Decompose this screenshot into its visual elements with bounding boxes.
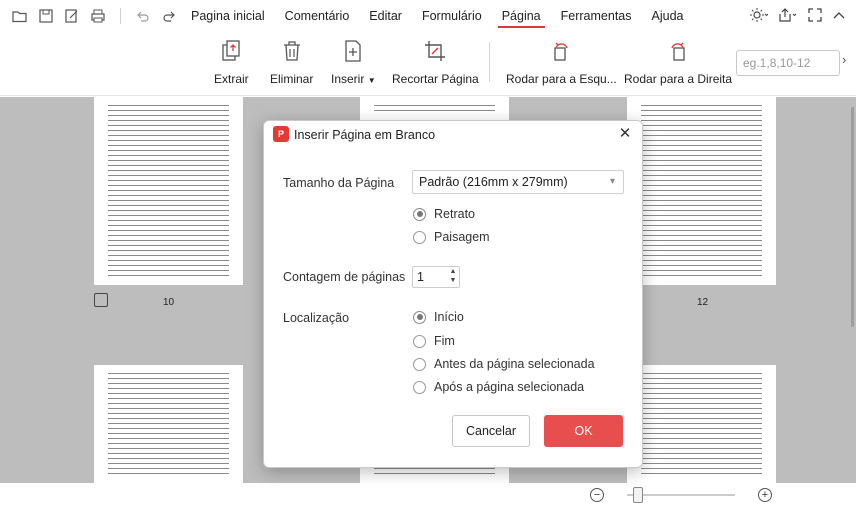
save-icon[interactable] (34, 4, 58, 28)
main-menu: Pagina inicial Comentário Editar Formulá… (181, 0, 693, 32)
app-logo-icon: P (273, 126, 289, 142)
window-controls (750, 0, 846, 32)
page-thumbnail[interactable] (627, 365, 776, 483)
toolbar-separator (489, 42, 490, 82)
page-number: 10 (163, 297, 175, 308)
page-thumbnail[interactable] (94, 97, 243, 285)
status-bar: − + (0, 483, 856, 512)
print-icon[interactable] (86, 4, 110, 28)
theme-icon[interactable] (750, 7, 769, 25)
insert-label: Inserir ▼ (331, 72, 376, 86)
location-after-label: Após a página selecionada (434, 380, 585, 394)
rotate-right-icon (665, 38, 691, 64)
dropdown-caret-icon: ▼ (367, 76, 376, 85)
radio-unselected-icon (413, 230, 426, 244)
crop-icon (422, 38, 448, 64)
trash-icon (279, 38, 305, 64)
menu-bar: Pagina inicial Comentário Editar Formulá… (0, 0, 856, 32)
location-start-radio[interactable]: Início (413, 310, 464, 324)
extract-label: Extrair (214, 72, 249, 86)
zoom-slider-handle[interactable] (633, 487, 643, 503)
page-number: 12 (697, 297, 709, 308)
delete-button[interactable]: Eliminar (270, 38, 313, 86)
chevron-up-icon[interactable] (832, 8, 846, 25)
close-icon[interactable]: ✕ (616, 125, 634, 143)
page-count-label: Contagem de páginas (283, 270, 406, 284)
menu-home[interactable]: Pagina inicial (181, 0, 275, 32)
location-end-label: Fim (434, 334, 455, 348)
orientation-portrait-radio[interactable]: Retrato (413, 207, 475, 221)
menu-help[interactable]: Ajuda (642, 0, 694, 32)
open-folder-icon[interactable] (8, 4, 32, 28)
page-select-checkbox[interactable] (94, 293, 108, 307)
rotate-left-label: Rodar para a Esqu... (506, 72, 617, 86)
page-thumbnail[interactable] (94, 365, 243, 483)
extract-button[interactable]: Extrair (214, 38, 249, 86)
zoom-in-icon[interactable]: + (758, 488, 772, 502)
extract-icon (218, 38, 244, 64)
zoom-slider-track[interactable] (627, 494, 735, 496)
dialog-title: Inserir Página em Branco (294, 128, 436, 142)
scrollbar[interactable] (851, 107, 854, 327)
menu-form[interactable]: Formulário (412, 0, 492, 32)
menu-comment[interactable]: Comentário (275, 0, 360, 32)
rotate-right-button[interactable]: Rodar para a Direita (624, 38, 732, 86)
insert-page-icon (340, 38, 366, 64)
separator (120, 8, 121, 24)
location-before-selected-radio[interactable]: Antes da página selecionada (413, 357, 595, 371)
orientation-landscape-radio[interactable]: Paisagem (413, 230, 490, 244)
share-icon[interactable] (778, 7, 798, 25)
redo-icon[interactable] (157, 4, 181, 28)
quick-access-toolbar (0, 4, 181, 28)
rotate-left-button[interactable]: Rodar para a Esqu... (506, 38, 617, 86)
location-label: Localização (283, 311, 350, 325)
crop-label: Recortar Página (392, 72, 479, 86)
page-size-select[interactable]: Padrão (216mm x 279mm) ▾ (412, 170, 624, 194)
page-range-input[interactable]: eg.1,8,10-12 (736, 50, 840, 76)
menu-edit[interactable]: Editar (359, 0, 412, 32)
insert-button[interactable]: Inserir ▼ (331, 38, 376, 86)
delete-label: Eliminar (270, 72, 314, 86)
page-count-value: 1 (417, 270, 424, 284)
radio-selected-icon (413, 310, 426, 324)
cancel-button[interactable]: Cancelar (452, 415, 530, 447)
chevron-right-icon[interactable]: › (842, 52, 846, 67)
radio-unselected-icon (413, 380, 426, 394)
page-count-stepper[interactable]: 1 ▲ ▼ (412, 266, 460, 288)
undo-icon[interactable] (131, 4, 155, 28)
fullscreen-icon[interactable] (808, 7, 822, 25)
rotate-left-icon (548, 38, 574, 64)
location-start-label: Início (434, 310, 464, 324)
location-after-selected-radio[interactable]: Após a página selecionada (413, 380, 584, 394)
radio-unselected-icon (413, 357, 426, 371)
page-size-value: Padrão (216mm x 279mm) (419, 175, 568, 189)
orientation-landscape-label: Paisagem (434, 230, 490, 244)
location-end-radio[interactable]: Fim (413, 334, 455, 348)
ok-button[interactable]: OK (544, 415, 623, 447)
orientation-portrait-label: Retrato (434, 207, 475, 221)
edit-document-icon[interactable] (60, 4, 84, 28)
insert-blank-page-dialog: P Inserir Página em Branco ✕ Tamanho da … (263, 120, 643, 468)
page-size-label: Tamanho da Página (283, 176, 395, 190)
rotate-right-label: Rodar para a Direita (624, 72, 733, 86)
radio-unselected-icon (413, 334, 426, 348)
stepper-arrows-icon[interactable]: ▲ ▼ (449, 267, 457, 285)
page-thumbnail[interactable] (627, 97, 776, 285)
radio-selected-icon (413, 207, 426, 221)
chevron-down-icon: ▾ (609, 176, 615, 187)
page-thumbnail[interactable] (360, 97, 509, 121)
menu-tools[interactable]: Ferramentas (551, 0, 642, 32)
crop-page-button[interactable]: Recortar Página (392, 38, 479, 86)
dialog-header: P Inserir Página em Branco ✕ (264, 121, 642, 149)
menu-page[interactable]: Página (492, 0, 551, 32)
location-before-label: Antes da página selecionada (434, 357, 595, 371)
zoom-out-icon[interactable]: − (590, 488, 604, 502)
page-toolbar: Extrair Eliminar Inserir ▼ Recortar Pági… (0, 32, 856, 96)
